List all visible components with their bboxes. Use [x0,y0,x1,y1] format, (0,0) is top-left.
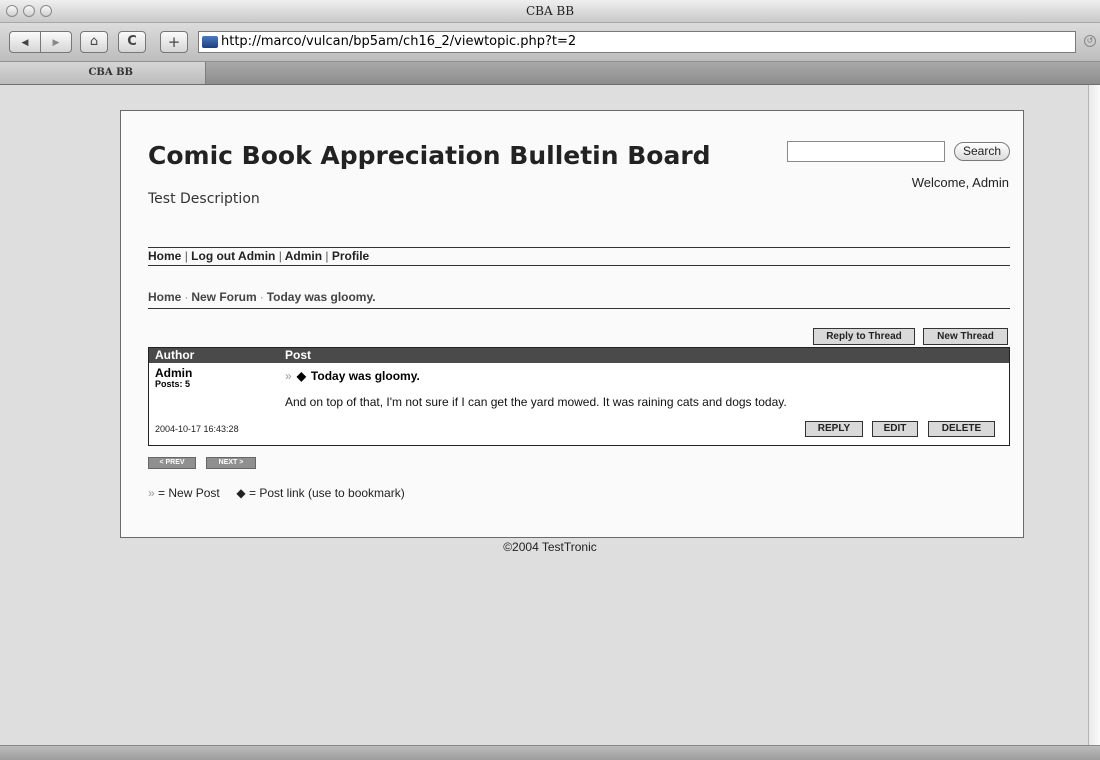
search-input[interactable] [787,141,945,162]
breadcrumb-topic: Today was gloomy. [266,290,376,304]
browser-toolbar: ◀ ▶ ⌂ C + http://marco/vulcan/bp5am/ch16… [0,23,1100,62]
nav-link-profile[interactable]: Profile [332,249,369,263]
breadcrumb-home[interactable]: Home [148,290,181,304]
snapback-icon[interactable]: ↺ [1084,35,1096,47]
post-date: 2004-10-17 16:43:28 [155,424,239,434]
breadcrumb-forum[interactable]: New Forum [191,290,256,304]
nav-link-admin[interactable]: Admin [285,249,322,263]
window-bottom-bar [0,745,1100,760]
prev-page-button[interactable]: < PREV [148,457,196,469]
site-description: Test Description [148,191,260,207]
legend-new-post: = New Post [158,486,220,500]
reload-icon: C [127,34,137,49]
new-post-icon: » [148,486,155,500]
add-bookmark-button[interactable]: + [160,31,188,53]
tab-bar: CBA BB [0,62,1100,85]
address-bar[interactable]: http://marco/vulcan/bp5am/ch16_2/viewtop… [198,31,1076,53]
author-post-count: Posts: 5 [155,379,191,389]
reload-button[interactable]: C [118,31,146,53]
forward-button[interactable]: ▶ [40,31,72,53]
vertical-scrollbar[interactable] [1088,85,1100,745]
site-title: Comic Book Appreciation Bulletin Board [148,141,711,170]
post-title-row: » ◆ Today was gloomy. [285,369,420,383]
breadcrumb-separator: · [259,290,264,304]
forum-panel: Comic Book Appreciation Bulletin Board T… [120,110,1024,538]
post-title: Today was gloomy. [310,369,420,383]
back-button[interactable]: ◀ [9,31,41,53]
post-link-icon[interactable]: ◆ [297,369,306,383]
tab-label: CBA BB [88,67,133,78]
legend: » = New Post ◆ = Post link (use to bookm… [148,486,405,500]
nav-separator: | [325,249,329,263]
new-post-icon: » [285,369,292,383]
nav-link-home[interactable]: Home [148,249,181,263]
reply-to-thread-button[interactable]: Reply to Thread [813,328,915,345]
page-footer: ©2004 TestTronic [503,540,597,554]
home-button[interactable]: ⌂ [80,31,108,53]
post-link-icon: ◆ [236,486,246,500]
forward-arrow-icon: ▶ [52,38,60,48]
reply-button[interactable]: REPLY [805,421,863,437]
new-thread-button[interactable]: New Thread [923,328,1008,345]
plus-icon: + [167,33,181,51]
nav-link-logout[interactable]: Log out Admin [191,249,275,263]
column-header-author: Author [155,348,195,362]
home-icon: ⌂ [89,34,99,49]
favicon-icon [202,36,218,48]
nav-separator: | [278,249,282,263]
window-titlebar: CBA BB [0,0,1100,23]
breadcrumb: Home · New Forum · Today was gloomy. [148,290,1010,309]
nav-separator: | [184,249,188,263]
search-button[interactable]: Search [954,142,1010,161]
delete-button[interactable]: DELETE [928,421,995,437]
post-body: And on top of that, I'm not sure if I ca… [285,395,787,409]
post-table: Author Post Admin Posts: 5 » ◆ Today was g… [148,347,1010,446]
window-title: CBA BB [525,4,575,18]
welcome-message: Welcome, Admin [911,175,1009,190]
legend-post-link: = Post link (use to bookmark) [248,486,405,500]
post-author[interactable]: Admin [155,366,192,380]
main-nav: Home | Log out Admin | Admin | Profile [148,247,1010,266]
tab-cba-bb[interactable]: CBA BB [0,62,206,84]
table-header: Author Post [149,348,1009,363]
back-arrow-icon: ◀ [21,38,29,48]
edit-button[interactable]: EDIT [872,421,918,437]
column-header-post: Post [285,348,312,362]
address-bar-url: http://marco/vulcan/bp5am/ch16_2/viewtop… [221,34,577,49]
breadcrumb-separator: · [184,290,189,304]
next-page-button[interactable]: NEXT > [206,457,256,469]
